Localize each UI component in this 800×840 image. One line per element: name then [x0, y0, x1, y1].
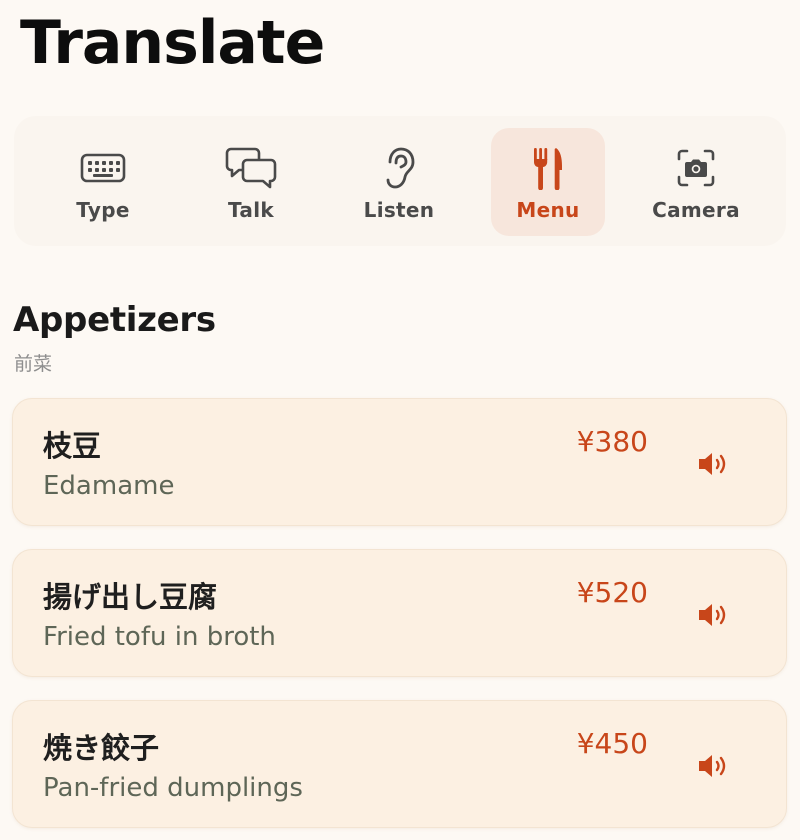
keyboard-icon [77, 142, 129, 194]
tab-listen-label: Listen [363, 198, 435, 222]
tab-camera[interactable]: Camera [639, 128, 753, 236]
menu-item-price: ¥380 [576, 425, 648, 458]
section-title: Appetizers [13, 300, 216, 340]
tab-menu[interactable]: Menu [491, 128, 605, 236]
fork-knife-icon [522, 142, 574, 194]
mode-tab-bar: Type Talk Listen Menu Camera [14, 116, 786, 246]
menu-item-english: Edamame [43, 471, 175, 501]
chat-bubbles-icon [225, 142, 277, 194]
ear-icon [373, 142, 425, 194]
menu-item-card[interactable]: 枝豆 Edamame ¥380 [12, 398, 787, 526]
menu-item-price: ¥450 [576, 727, 648, 760]
tab-type-label: Type [76, 198, 130, 222]
translate-screen: Translate Type Talk Listen Menu Camera A… [0, 0, 800, 840]
tab-type[interactable]: Type [46, 128, 160, 236]
menu-item-english: Pan-fried dumplings [43, 773, 303, 803]
page-title: Translate [20, 8, 325, 78]
menu-item-card[interactable]: 揚げ出し豆腐 Fried tofu in broth ¥520 [12, 549, 787, 677]
menu-item-japanese: 焼き餃子 [43, 731, 160, 765]
speaker-icon[interactable] [696, 749, 734, 783]
tab-listen[interactable]: Listen [342, 128, 456, 236]
tab-talk-label: Talk [228, 198, 274, 222]
menu-item-price: ¥520 [576, 576, 648, 609]
menu-item-japanese: 枝豆 [43, 429, 102, 463]
menu-item-japanese: 揚げ出し豆腐 [43, 580, 218, 614]
tab-menu-label: Menu [516, 198, 580, 222]
section-subtitle: 前菜 [14, 353, 53, 375]
tab-camera-label: Camera [652, 198, 740, 222]
camera-icon [670, 142, 722, 194]
menu-item-card[interactable]: 焼き餃子 Pan-fried dumplings ¥450 [12, 700, 787, 828]
tab-talk[interactable]: Talk [194, 128, 308, 236]
menu-item-english: Fried tofu in broth [43, 622, 276, 652]
speaker-icon[interactable] [696, 598, 734, 632]
speaker-icon[interactable] [696, 447, 734, 481]
